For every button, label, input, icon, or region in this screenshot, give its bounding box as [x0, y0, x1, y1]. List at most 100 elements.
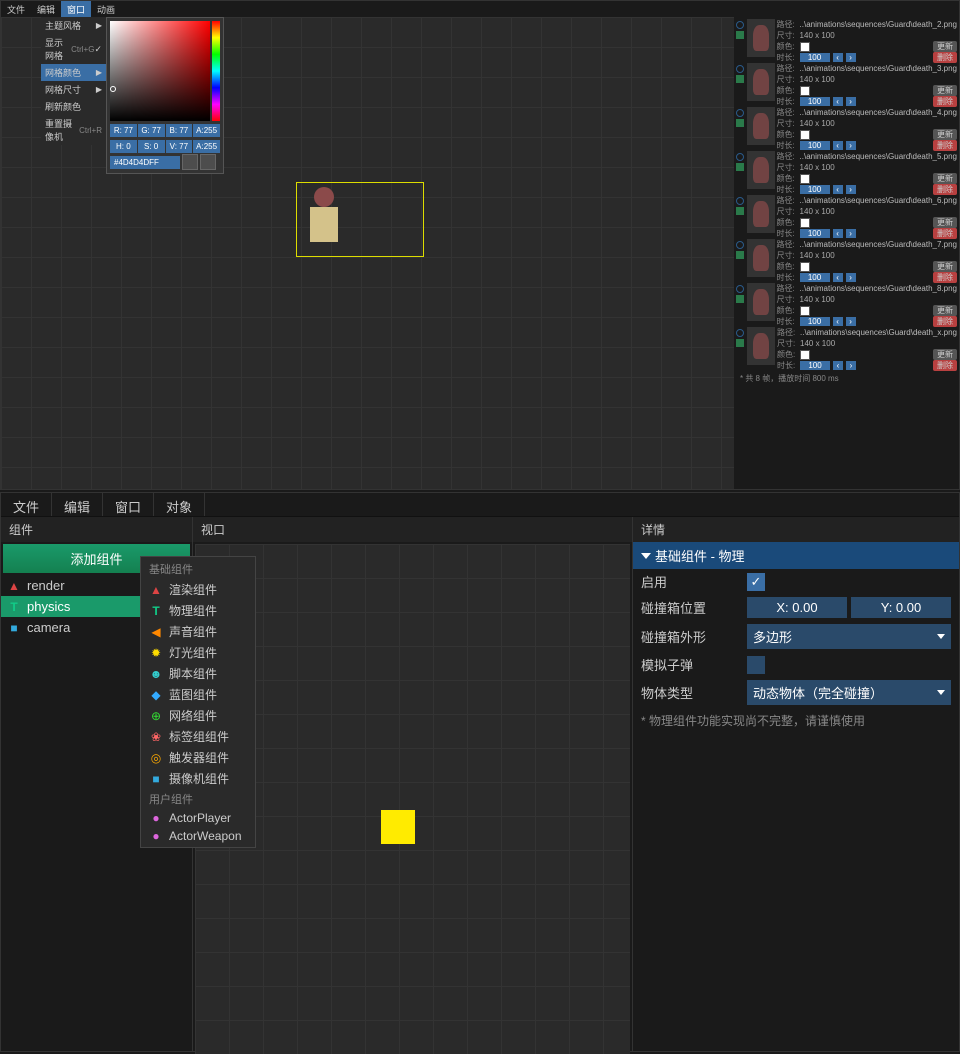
update-button[interactable]: 更新: [933, 261, 957, 272]
update-button[interactable]: 更新: [933, 129, 957, 140]
sv-area[interactable]: [110, 21, 210, 121]
sprite-preview[interactable]: [301, 187, 346, 252]
radio-icon[interactable]: [736, 329, 744, 337]
duration-input[interactable]: 100: [800, 361, 830, 370]
radio-icon[interactable]: [736, 197, 744, 205]
a-cell[interactable]: A:255: [193, 124, 220, 137]
frame-thumb[interactable]: [747, 283, 775, 321]
g-cell[interactable]: G: 77: [138, 124, 165, 137]
update-button[interactable]: 更新: [933, 173, 957, 184]
frame-thumb[interactable]: [747, 327, 775, 365]
dur-dec[interactable]: ‹: [833, 273, 843, 282]
bullet-checkbox[interactable]: [747, 656, 765, 674]
radio-icon[interactable]: [736, 109, 744, 117]
frame-thumb[interactable]: [747, 19, 775, 57]
h-cell[interactable]: H: 0: [110, 140, 137, 153]
dur-inc[interactable]: ›: [846, 141, 856, 150]
frame-thumb[interactable]: [747, 107, 775, 145]
duration-input[interactable]: 100: [800, 185, 830, 194]
dur-inc[interactable]: ›: [846, 317, 856, 326]
dur-dec[interactable]: ‹: [833, 361, 843, 370]
submenu-网格颜色[interactable]: 网格颜色▶: [41, 64, 106, 81]
dur-dec[interactable]: ‹: [833, 185, 843, 194]
physics-section-header[interactable]: 基础组件 - 物理: [633, 542, 959, 569]
popup-item-标签组组件[interactable]: ❀标签组组件: [141, 726, 255, 747]
delete-button[interactable]: 删除: [933, 360, 957, 371]
duration-input[interactable]: 100: [800, 97, 830, 106]
menu-文件[interactable]: 文件: [1, 1, 31, 17]
toggle-icon[interactable]: [736, 31, 744, 39]
menu-窗口[interactable]: 窗口: [61, 1, 91, 17]
dur-inc[interactable]: ›: [846, 229, 856, 238]
popup-item-声音组件[interactable]: ◀声音组件: [141, 621, 255, 642]
submenu-重置摄像机[interactable]: 重置摄像机Ctrl+R: [41, 115, 106, 145]
update-button[interactable]: 更新: [933, 349, 957, 360]
frame-color-swatch[interactable]: [800, 42, 810, 52]
toggle-icon[interactable]: [736, 295, 744, 303]
toggle-icon[interactable]: [736, 75, 744, 83]
dur-dec[interactable]: ‹: [833, 141, 843, 150]
delete-button[interactable]: 删除: [933, 140, 957, 151]
frame-item[interactable]: 路径:..\animations\sequences\Guard\death_8…: [736, 283, 957, 324]
toggle-icon[interactable]: [736, 163, 744, 171]
radio-icon[interactable]: [736, 285, 744, 293]
hue-bar[interactable]: [212, 21, 220, 121]
frame-thumb[interactable]: [747, 195, 775, 233]
frame-color-swatch[interactable]: [800, 130, 810, 140]
update-button[interactable]: 更新: [933, 217, 957, 228]
popup-item-渲染组件[interactable]: ▲渲染组件: [141, 579, 255, 600]
toggle-icon[interactable]: [736, 119, 744, 127]
popup-item-物理组件[interactable]: T物理组件: [141, 600, 255, 621]
frame-color-swatch[interactable]: [800, 174, 810, 184]
popup-item-蓝图组件[interactable]: ◆蓝图组件: [141, 684, 255, 705]
frame-thumb[interactable]: [747, 239, 775, 277]
frame-item[interactable]: 路径:..\animations\sequences\Guard\death_x…: [736, 327, 957, 368]
menu-动画[interactable]: 动画: [91, 1, 121, 17]
dur-inc[interactable]: ›: [846, 361, 856, 370]
frame-thumb[interactable]: [747, 63, 775, 101]
frame-item[interactable]: 路径:..\animations\sequences\Guard\death_4…: [736, 107, 957, 148]
popup-item-脚本组件[interactable]: ☻脚本组件: [141, 663, 255, 684]
hex-input[interactable]: #4D4D4DFF: [110, 156, 180, 169]
delete-button[interactable]: 删除: [933, 228, 957, 239]
delete-button[interactable]: 删除: [933, 96, 957, 107]
duration-input[interactable]: 100: [800, 53, 830, 62]
a2-cell[interactable]: A:255: [193, 140, 220, 153]
s-cell[interactable]: S: 0: [138, 140, 165, 153]
frame-item[interactable]: 路径:..\animations\sequences\Guard\death_7…: [736, 239, 957, 280]
dur-dec[interactable]: ‹: [833, 317, 843, 326]
b-cell[interactable]: B: 77: [166, 124, 193, 137]
menu-编辑[interactable]: 编辑: [31, 1, 61, 17]
delete-button[interactable]: 删除: [933, 52, 957, 63]
popup-item-灯光组件[interactable]: ✹灯光组件: [141, 642, 255, 663]
radio-icon[interactable]: [736, 241, 744, 249]
radio-icon[interactable]: [736, 65, 744, 73]
dur-dec[interactable]: ‹: [833, 229, 843, 238]
dur-inc[interactable]: ›: [846, 53, 856, 62]
update-button[interactable]: 更新: [933, 85, 957, 96]
dur-dec[interactable]: ‹: [833, 97, 843, 106]
delete-button[interactable]: 删除: [933, 272, 957, 283]
bmenu-对象[interactable]: 对象: [154, 493, 205, 516]
radio-icon[interactable]: [736, 153, 744, 161]
frame-item[interactable]: 路径:..\animations\sequences\Guard\death_2…: [736, 19, 957, 60]
frame-color-swatch[interactable]: [800, 86, 810, 96]
frame-color-swatch[interactable]: [800, 350, 810, 360]
hitbox-y-input[interactable]: Y: 0.00: [851, 597, 951, 618]
frame-item[interactable]: 路径:..\animations\sequences\Guard\death_5…: [736, 151, 957, 192]
duration-input[interactable]: 100: [800, 229, 830, 238]
bmenu-文件[interactable]: 文件: [1, 493, 52, 516]
frame-item[interactable]: 路径:..\animations\sequences\Guard\death_3…: [736, 63, 957, 104]
toggle-icon[interactable]: [736, 339, 744, 347]
actor-box[interactable]: [381, 810, 415, 844]
dur-inc[interactable]: ›: [846, 97, 856, 106]
bmenu-编辑[interactable]: 编辑: [52, 493, 103, 516]
frame-color-swatch[interactable]: [800, 306, 810, 316]
r-cell[interactable]: R: 77: [110, 124, 137, 137]
frame-color-swatch[interactable]: [800, 262, 810, 272]
update-button[interactable]: 更新: [933, 305, 957, 316]
bodytype-dropdown[interactable]: 动态物体（完全碰撞）: [747, 680, 951, 705]
viewport[interactable]: [195, 544, 630, 1054]
v-cell[interactable]: V: 77: [166, 140, 193, 153]
duration-input[interactable]: 100: [800, 317, 830, 326]
